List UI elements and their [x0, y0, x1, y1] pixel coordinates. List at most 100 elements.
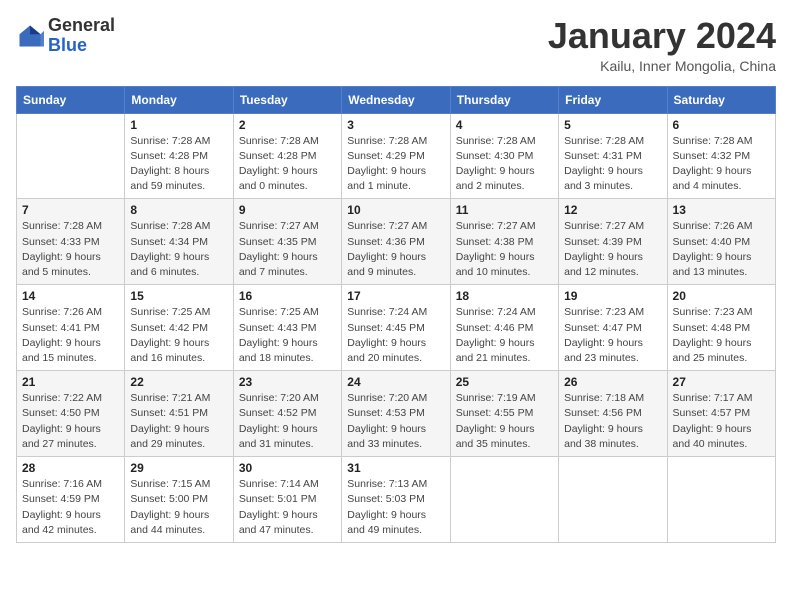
day-cell: 17 Sunrise: 7:24 AMSunset: 4:45 PMDayligh…: [342, 285, 450, 371]
day-info: Sunrise: 7:28 AMSunset: 4:29 PMDaylight:…: [347, 134, 444, 195]
day-info: Sunrise: 7:23 AMSunset: 4:48 PMDaylight:…: [673, 305, 770, 366]
weekday-header-friday: Friday: [559, 86, 667, 113]
day-number: 1: [130, 118, 227, 132]
day-number: 4: [456, 118, 553, 132]
day-cell: 14 Sunrise: 7:26 AMSunset: 4:41 PMDayligh…: [17, 285, 125, 371]
day-cell: 3 Sunrise: 7:28 AMSunset: 4:29 PMDaylight…: [342, 113, 450, 199]
day-cell: 26Sunrise: 7:18 AMSunset: 4:56 PMDayligh…: [559, 371, 667, 457]
day-cell: 8 Sunrise: 7:28 AMSunset: 4:34 PMDaylight…: [125, 199, 233, 285]
day-info: Sunrise: 7:19 AMSunset: 4:55 PMDaylight:…: [456, 391, 553, 452]
day-number: 17: [347, 289, 444, 303]
day-info: Sunrise: 7:24 AMSunset: 4:45 PMDaylight:…: [347, 305, 444, 366]
day-cell: 18 Sunrise: 7:24 AMSunset: 4:46 PMDayligh…: [450, 285, 558, 371]
day-info: Sunrise: 7:21 AMSunset: 4:51 PMDaylight:…: [130, 391, 227, 452]
day-info: Sunrise: 7:28 AMSunset: 4:28 PMDaylight:…: [130, 134, 227, 195]
day-number: 6: [673, 118, 770, 132]
weekday-header-wednesday: Wednesday: [342, 86, 450, 113]
day-info: Sunrise: 7:27 AMSunset: 4:38 PMDaylight:…: [456, 219, 553, 280]
weekday-header-tuesday: Tuesday: [233, 86, 341, 113]
day-cell: 27Sunrise: 7:17 AMSunset: 4:57 PMDayligh…: [667, 371, 775, 457]
weekday-header-thursday: Thursday: [450, 86, 558, 113]
day-number: 8: [130, 203, 227, 217]
logo: General Blue: [16, 16, 115, 56]
day-number: 27: [673, 375, 770, 389]
day-info: Sunrise: 7:16 AMSunset: 4:59 PMDaylight:…: [22, 477, 119, 538]
day-info: Sunrise: 7:28 AMSunset: 4:30 PMDaylight:…: [456, 134, 553, 195]
week-row-3: 14 Sunrise: 7:26 AMSunset: 4:41 PMDayligh…: [17, 285, 776, 371]
day-cell: [450, 457, 558, 543]
day-number: 24: [347, 375, 444, 389]
day-cell: [667, 457, 775, 543]
day-info: Sunrise: 7:24 AMSunset: 4:46 PMDaylight:…: [456, 305, 553, 366]
day-number: 19: [564, 289, 661, 303]
day-cell: 31Sunrise: 7:13 AMSunset: 5:03 PMDayligh…: [342, 457, 450, 543]
day-info: Sunrise: 7:28 AMSunset: 4:28 PMDaylight:…: [239, 134, 336, 195]
day-cell: [559, 457, 667, 543]
day-cell: 23 Sunrise: 7:20 AMSunset: 4:52 PMDayligh…: [233, 371, 341, 457]
weekday-header-saturday: Saturday: [667, 86, 775, 113]
location-label: Kailu, Inner Mongolia, China: [548, 58, 776, 74]
day-cell: 28Sunrise: 7:16 AMSunset: 4:59 PMDayligh…: [17, 457, 125, 543]
logo-blue-text: Blue: [48, 35, 87, 55]
day-cell: 1 Sunrise: 7:28 AMSunset: 4:28 PMDaylight…: [125, 113, 233, 199]
day-cell: 16Sunrise: 7:25 AMSunset: 4:43 PMDayligh…: [233, 285, 341, 371]
day-info: Sunrise: 7:28 AMSunset: 4:31 PMDaylight:…: [564, 134, 661, 195]
day-number: 13: [673, 203, 770, 217]
weekday-header-row: SundayMondayTuesdayWednesdayThursdayFrid…: [17, 86, 776, 113]
logo-icon: [16, 22, 44, 50]
day-number: 21: [22, 375, 119, 389]
day-cell: 4 Sunrise: 7:28 AMSunset: 4:30 PMDaylight…: [450, 113, 558, 199]
day-cell: 6 Sunrise: 7:28 AMSunset: 4:32 PMDaylight…: [667, 113, 775, 199]
week-row-1: 1 Sunrise: 7:28 AMSunset: 4:28 PMDaylight…: [17, 113, 776, 199]
day-cell: [17, 113, 125, 199]
weekday-header-sunday: Sunday: [17, 86, 125, 113]
day-info: Sunrise: 7:27 AMSunset: 4:36 PMDaylight:…: [347, 219, 444, 280]
day-cell: 5 Sunrise: 7:28 AMSunset: 4:31 PMDaylight…: [559, 113, 667, 199]
day-cell: 12 Sunrise: 7:27 AMSunset: 4:39 PMDayligh…: [559, 199, 667, 285]
day-cell: 7Sunrise: 7:28 AMSunset: 4:33 PMDaylight…: [17, 199, 125, 285]
day-cell: 30Sunrise: 7:14 AMSunset: 5:01 PMDayligh…: [233, 457, 341, 543]
day-number: 2: [239, 118, 336, 132]
day-number: 23: [239, 375, 336, 389]
day-number: 22: [130, 375, 227, 389]
day-number: 12: [564, 203, 661, 217]
page-header: General Blue January 2024 Kailu, Inner M…: [16, 16, 776, 74]
week-row-4: 21 Sunrise: 7:22 AMSunset: 4:50 PMDayligh…: [17, 371, 776, 457]
day-info: Sunrise: 7:20 AMSunset: 4:52 PMDaylight:…: [239, 391, 336, 452]
day-cell: 25 Sunrise: 7:19 AMSunset: 4:55 PMDayligh…: [450, 371, 558, 457]
day-info: Sunrise: 7:20 AMSunset: 4:53 PMDaylight:…: [347, 391, 444, 452]
day-info: Sunrise: 7:15 AMSunset: 5:00 PMDaylight:…: [130, 477, 227, 538]
day-number: 25: [456, 375, 553, 389]
day-number: 14: [22, 289, 119, 303]
day-cell: 29 Sunrise: 7:15 AMSunset: 5:00 PMDayligh…: [125, 457, 233, 543]
week-row-5: 28Sunrise: 7:16 AMSunset: 4:59 PMDayligh…: [17, 457, 776, 543]
day-number: 5: [564, 118, 661, 132]
day-info: Sunrise: 7:14 AMSunset: 5:01 PMDaylight:…: [239, 477, 336, 538]
day-number: 3: [347, 118, 444, 132]
day-cell: 10Sunrise: 7:27 AMSunset: 4:36 PMDayligh…: [342, 199, 450, 285]
day-cell: 21 Sunrise: 7:22 AMSunset: 4:50 PMDayligh…: [17, 371, 125, 457]
day-info: Sunrise: 7:26 AMSunset: 4:41 PMDaylight:…: [22, 305, 119, 366]
weekday-header-monday: Monday: [125, 86, 233, 113]
day-info: Sunrise: 7:28 AMSunset: 4:32 PMDaylight:…: [673, 134, 770, 195]
day-number: 18: [456, 289, 553, 303]
title-block: January 2024 Kailu, Inner Mongolia, Chin…: [548, 16, 776, 74]
day-info: Sunrise: 7:28 AMSunset: 4:34 PMDaylight:…: [130, 219, 227, 280]
logo-general-text: General: [48, 15, 115, 35]
day-info: Sunrise: 7:28 AMSunset: 4:33 PMDaylight:…: [22, 219, 119, 280]
day-cell: 13Sunrise: 7:26 AMSunset: 4:40 PMDayligh…: [667, 199, 775, 285]
day-cell: 2 Sunrise: 7:28 AMSunset: 4:28 PMDaylight…: [233, 113, 341, 199]
calendar-table: SundayMondayTuesdayWednesdayThursdayFrid…: [16, 86, 776, 543]
day-cell: 20 Sunrise: 7:23 AMSunset: 4:48 PMDayligh…: [667, 285, 775, 371]
day-info: Sunrise: 7:25 AMSunset: 4:42 PMDaylight:…: [130, 305, 227, 366]
day-cell: 22 Sunrise: 7:21 AMSunset: 4:51 PMDayligh…: [125, 371, 233, 457]
day-info: Sunrise: 7:22 AMSunset: 4:50 PMDaylight:…: [22, 391, 119, 452]
day-cell: 24 Sunrise: 7:20 AMSunset: 4:53 PMDayligh…: [342, 371, 450, 457]
day-info: Sunrise: 7:27 AMSunset: 4:39 PMDaylight:…: [564, 219, 661, 280]
day-info: Sunrise: 7:27 AMSunset: 4:35 PMDaylight:…: [239, 219, 336, 280]
day-number: 20: [673, 289, 770, 303]
day-number: 11: [456, 203, 553, 217]
day-number: 31: [347, 461, 444, 475]
day-number: 29: [130, 461, 227, 475]
day-cell: 11 Sunrise: 7:27 AMSunset: 4:38 PMDayligh…: [450, 199, 558, 285]
